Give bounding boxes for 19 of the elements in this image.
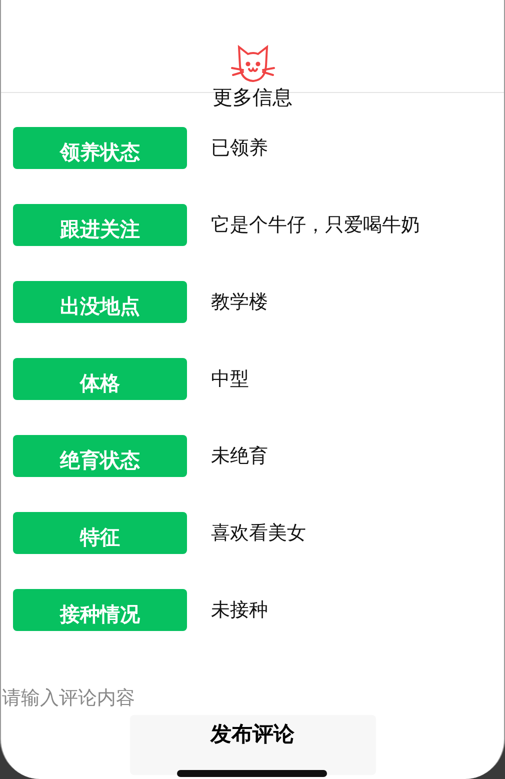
field-label: 特征: [13, 512, 187, 554]
field-value: 它是个牛仔，只爱喝牛奶: [211, 213, 420, 238]
field-label: 体格: [13, 358, 187, 400]
field-label: 领养状态: [13, 127, 187, 169]
field-value: 喜欢看美女: [211, 521, 306, 546]
field-value: 教学楼: [211, 290, 268, 315]
section-title: 更多信息: [212, 84, 294, 111]
field-value: 未接种: [211, 598, 268, 623]
comment-field[interactable]: 请输入评论内容: [1, 687, 302, 709]
cat-icon: [230, 44, 274, 84]
field-label: 绝育状态: [13, 435, 187, 477]
post-comment-button[interactable]: 发布评论: [130, 715, 376, 775]
field-value: 中型: [211, 367, 249, 392]
home-indicator[interactable]: [177, 770, 327, 777]
field-label: 接种情况: [13, 589, 187, 631]
field-label: 跟进关注: [13, 204, 187, 246]
field-value: 未绝育: [211, 444, 268, 469]
field-label: 出没地点: [13, 281, 187, 323]
field-value: 已领养: [211, 136, 268, 161]
